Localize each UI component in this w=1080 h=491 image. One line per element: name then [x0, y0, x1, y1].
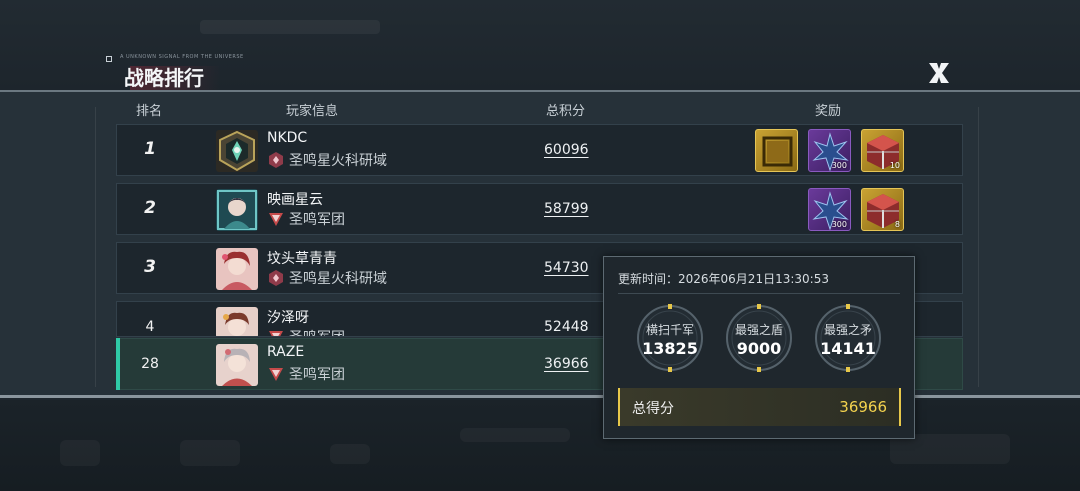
guild-info: 圣鸣军团: [267, 210, 345, 228]
avatar[interactable]: [216, 344, 258, 386]
stat-ring-icon: [815, 304, 881, 372]
total-score[interactable]: 52448: [544, 319, 589, 335]
guild-info: 圣鸣星火科研域: [267, 151, 387, 169]
close-icon: [929, 63, 949, 83]
stat-value: 13825: [642, 339, 698, 358]
rank-number: 4: [145, 319, 155, 335]
stat-sweep: 横扫千军 13825: [635, 303, 705, 373]
guild-shield-icon: [269, 331, 283, 336]
guild-name: 圣鸣星火科研域: [289, 153, 387, 169]
supply-crate-icon[interactable]: 10: [861, 129, 904, 172]
guild-info: 圣鸣军团: [267, 365, 345, 383]
avatar[interactable]: [216, 248, 258, 290]
total-score-value: 36966: [839, 398, 887, 416]
guild-name: 圣鸣星火科研域: [289, 271, 387, 287]
stat-value: 9000: [736, 339, 782, 358]
guild-hexagon-icon: [269, 270, 283, 286]
rank-number: 2: [144, 198, 156, 218]
supply-crate-icon[interactable]: 8: [861, 188, 904, 231]
title-deco-icon: [106, 56, 112, 62]
player-name: NKDC: [267, 130, 308, 146]
stat-ring-icon: [637, 304, 703, 372]
crystal-icon[interactable]: 300: [808, 129, 851, 172]
score-detail-popup: 更新时间：2026年06月21日13:30:53 横扫千军 13825 最强之盾…: [603, 256, 915, 439]
page-title: 战略排行: [124, 66, 204, 90]
table-row[interactable]: 2 映画星云 圣鸣军团 58799 300 8: [116, 183, 963, 235]
header-score: 总积分: [546, 104, 586, 119]
header-rank: 排名: [136, 104, 163, 119]
panel-divider-left: [95, 107, 96, 387]
header-reward: 奖励: [815, 104, 842, 119]
stat-label: 最强之盾: [734, 323, 783, 337]
total-score-label: 总得分: [632, 401, 674, 417]
stat-ring-icon: [726, 304, 792, 372]
gold-frame-icon[interactable]: [755, 129, 798, 172]
avatar[interactable]: [216, 307, 258, 336]
guild-info: 圣鸣星火科研域: [267, 269, 387, 287]
total-score-link[interactable]: 60096: [544, 142, 589, 158]
avatar[interactable]: [216, 130, 258, 172]
reward-list: 300 10: [755, 129, 904, 173]
close-button[interactable]: [926, 60, 952, 86]
stat-value: 14141: [820, 339, 876, 358]
rank-number: 28: [141, 356, 159, 372]
total-score-link[interactable]: 36966: [544, 356, 589, 372]
guild-name: 圣鸣军团: [289, 327, 345, 336]
player-name: 映画星云: [267, 192, 323, 208]
player-name: RAZE: [267, 344, 305, 360]
guild-name: 圣鸣军团: [289, 212, 345, 228]
rank-number: 3: [144, 257, 156, 277]
crystal-icon[interactable]: 300: [808, 188, 851, 231]
guild-hexagon-icon: [269, 152, 283, 168]
total-score-link[interactable]: 58799: [544, 201, 589, 217]
guild-name: 圣鸣军团: [289, 367, 345, 383]
background-bottom: [0, 400, 1080, 491]
popup-divider: [618, 293, 900, 294]
update-time: 更新时间：2026年06月21日13:30:53: [618, 272, 829, 286]
stat-shield: 最强之盾 9000: [724, 303, 794, 373]
panel-divider-right: [978, 107, 979, 387]
player-name: 坟头草青青: [267, 251, 337, 267]
player-name: 汐泽呀: [267, 310, 309, 326]
reward-list: 300 8: [808, 188, 904, 232]
avatar[interactable]: [216, 189, 258, 231]
guild-info: 圣鸣军团: [267, 327, 345, 336]
rank-number: 1: [144, 139, 156, 159]
total-score-bar: 总得分 36966: [618, 388, 901, 426]
stat-label: 最强之矛: [823, 323, 872, 337]
stat-label: 横扫千军: [645, 323, 694, 337]
header-player: 玩家信息: [286, 104, 339, 119]
guild-shield-icon: [269, 368, 283, 381]
table-row[interactable]: 1 NKDC 圣鸣星火科研域 60096 300 10: [116, 124, 963, 176]
guild-shield-icon: [269, 213, 283, 226]
total-score-link[interactable]: 54730: [544, 260, 589, 276]
title-subtext: A UNKNOWN SIGNAL FROM THE UNIVERSE: [120, 54, 244, 60]
stat-spear: 最强之矛 14141: [813, 303, 883, 373]
